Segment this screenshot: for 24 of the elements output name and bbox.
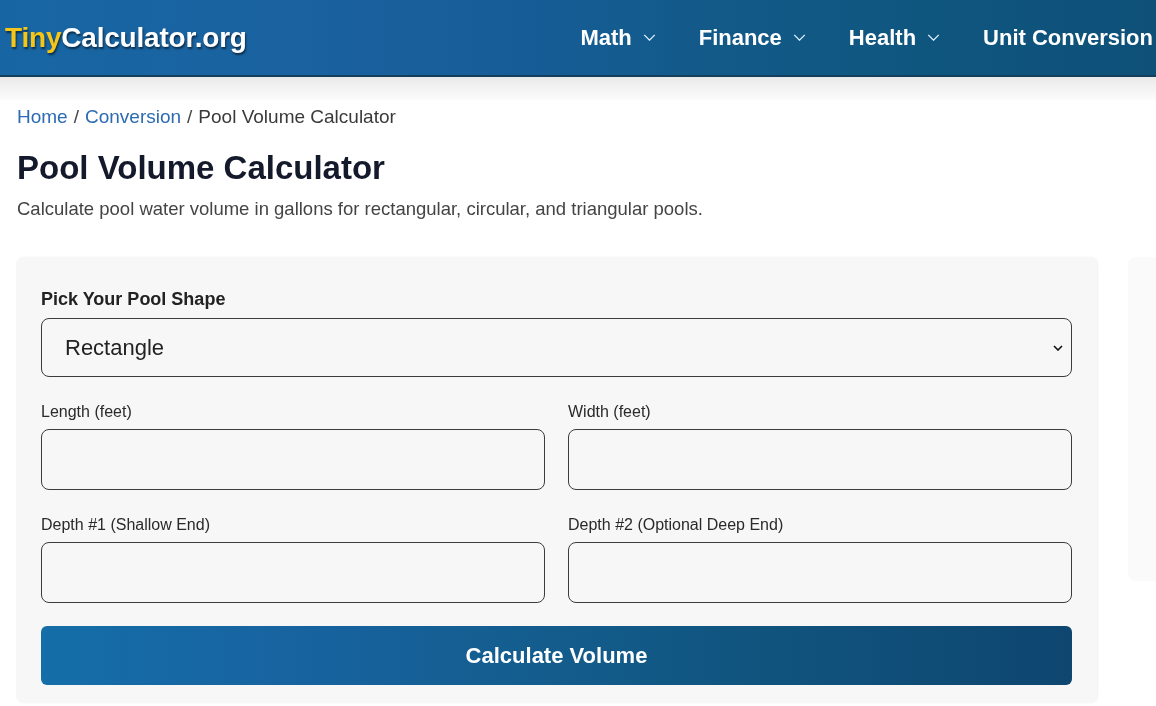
site-logo[interactable]: TinyCalculator.org — [5, 21, 247, 54]
nav-menu-item[interactable]: Math — [580, 24, 656, 51]
field-label: Depth #2 (Optional Deep End) — [568, 515, 784, 535]
nav-menu-item[interactable]: Unit Conversion — [983, 24, 1153, 51]
input-field[interactable] — [568, 542, 1072, 603]
calculate-button[interactable]: Calculate Volume — [41, 626, 1072, 685]
field-label: Pick Your Pool Shape — [41, 288, 226, 311]
nav-menu-item[interactable]: Finance — [698, 24, 806, 51]
field-label: Depth #1 (Shallow End) — [41, 515, 210, 535]
input-field[interactable] — [41, 542, 545, 603]
page-title: Pool Volume Calculator — [17, 148, 385, 188]
shape-select[interactable]: Rectangle — [41, 318, 1072, 377]
breadcrumb-separator: / — [187, 105, 193, 129]
breadcrumb-current: Pool Volume Calculator — [198, 105, 396, 129]
nav-menu-item[interactable]: Health — [848, 24, 941, 51]
input-field[interactable] — [41, 429, 545, 490]
breadcrumb-link[interactable]: Conversion — [84, 105, 182, 129]
chevron-down-icon — [1053, 344, 1063, 351]
breadcrumb-link[interactable]: Home — [17, 105, 68, 129]
field-label: Width (feet) — [568, 402, 651, 422]
page-subtitle: Calculate pool water volume in gallons for rectangular, circular, and triangular pools. — [17, 197, 703, 221]
breadcrumb-separator: / — [73, 105, 79, 129]
input-field[interactable] — [568, 429, 1072, 490]
field-label: Length (feet) — [41, 402, 132, 422]
